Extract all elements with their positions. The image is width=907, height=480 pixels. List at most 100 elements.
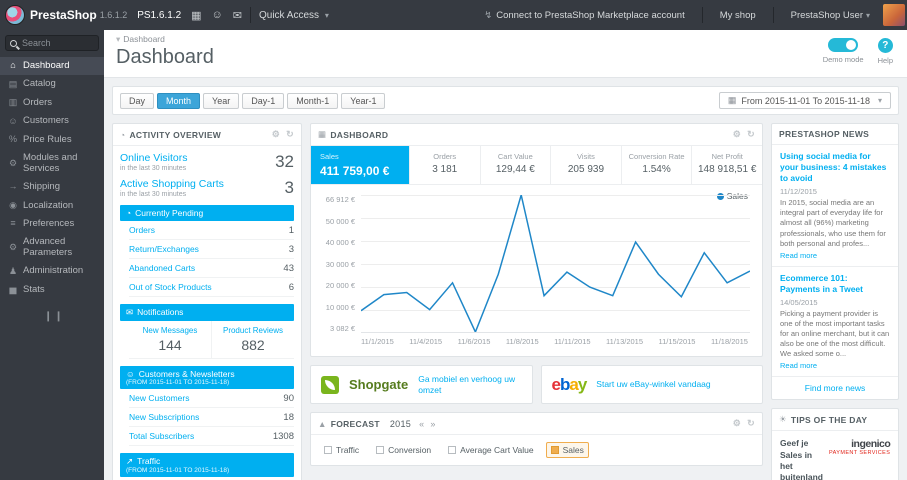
user-avatar[interactable]: [883, 4, 905, 26]
filter-year-1-button[interactable]: Year-1: [341, 92, 386, 109]
notifications-header: ✉ Notifications: [120, 304, 294, 321]
read-more-link[interactable]: Read more: [780, 251, 890, 260]
kpi-orders[interactable]: Orders 3 181: [410, 146, 481, 184]
demo-mode-toggle[interactable]: [828, 38, 859, 52]
row-value: 90: [283, 392, 294, 404]
sidebar-item-preferences[interactable]: ≡ Preferences: [0, 215, 104, 233]
news-item-title[interactable]: Using social media for your business: 4 …: [780, 151, 890, 184]
orders-icon: ▥: [8, 97, 18, 108]
x-tick-label: 11/18/2015: [710, 337, 748, 346]
orders-notification-icon[interactable]: ▦: [191, 9, 201, 22]
sidebar-item-advanced-parameters[interactable]: ⚙ Advanced Parameters: [0, 233, 104, 262]
activity-overview-panel: ◔ ACTIVITY OVERVIEW ⚙ ↻ Online Visitors i…: [112, 123, 302, 480]
shopgate-logo-text: Shopgate: [349, 377, 409, 393]
help-icon[interactable]: ?: [877, 38, 893, 53]
kpi-sales[interactable]: Sales 411 759,00 €: [311, 146, 410, 184]
marketplace-link[interactable]: ↯ Connect to PrestaShop Marketplace acco…: [475, 0, 694, 30]
date-range-picker[interactable]: ▦ From 2015-11-01 To 2015-11-18 ▾: [718, 92, 891, 109]
search-input[interactable]: [22, 38, 94, 48]
dashboard-panel-title: DASHBOARD: [330, 129, 389, 140]
breadcrumb[interactable]: ▾ Dashboard: [116, 34, 895, 45]
row-link[interactable]: New Subscriptions: [129, 412, 199, 422]
sidebar-item-localization[interactable]: ◉ Localization: [0, 197, 104, 215]
currently-pending-header: ◔ Currently Pending: [120, 205, 294, 222]
kpi-visits[interactable]: Visits 205 939: [551, 146, 622, 184]
forecast-toggle-conversion[interactable]: Conversion: [371, 442, 436, 458]
kpi-cart-value[interactable]: Cart Value 129,44 €: [481, 146, 552, 184]
active-carts-link[interactable]: Active Shopping Carts: [120, 178, 224, 190]
row-link[interactable]: Total Subscribers: [129, 431, 194, 441]
forecast-toggle-traffic[interactable]: Traffic: [319, 442, 364, 458]
people-icon: ☺: [126, 368, 135, 379]
forecast-toggle-sales[interactable]: Sales: [545, 442, 589, 459]
sidebar-item-stats[interactable]: ▅ Stats: [0, 281, 104, 299]
prestashop-logo[interactable]: [5, 5, 25, 25]
grid-icon: ▦: [318, 129, 327, 139]
news-panel-title: PRESTASHOP NEWS: [779, 129, 870, 139]
sidebar-item-label: Price Rules: [23, 133, 72, 145]
y-tick-label: 50 000 €: [325, 216, 355, 226]
filter-month-1-button[interactable]: Month-1: [287, 92, 339, 109]
refresh-icon[interactable]: ↻: [747, 418, 755, 429]
row-link[interactable]: New Customers: [129, 393, 189, 403]
my-shop-link[interactable]: My shop: [711, 0, 765, 30]
sidebar-item-orders[interactable]: ▥ Orders: [0, 94, 104, 112]
y-tick-label: 10 000 €: [325, 302, 355, 312]
sidebar-item-shipping[interactable]: → Shipping: [0, 178, 104, 196]
dashboard-column: ▦ DASHBOARD ⚙ ↻ Sales 411 759,00 € Orders 3…: [310, 123, 763, 474]
row-link[interactable]: Abandoned Carts: [129, 263, 195, 273]
collapse-sidebar-icon[interactable]: ❙❙: [0, 299, 104, 322]
refresh-icon[interactable]: ↻: [747, 129, 755, 140]
kpi-conversion-rate[interactable]: Conversion Rate 1.54%: [622, 146, 693, 184]
sidebar-item-label: Shipping: [23, 181, 60, 193]
sidebar-item-modules[interactable]: ⚙ Modules and Services: [0, 149, 104, 178]
row-link[interactable]: Orders: [129, 225, 155, 235]
next-year-button[interactable]: »: [430, 419, 435, 429]
news-item-title[interactable]: Ecommerce 101: Payments in a Tweet: [780, 273, 890, 295]
shopgate-link[interactable]: Ga mobiel en verhoog uw omzet: [418, 374, 521, 395]
user-menu[interactable]: PrestaShop User ▾: [782, 0, 879, 30]
cell-link[interactable]: New Messages: [131, 326, 209, 335]
clock-icon: ◔: [120, 129, 126, 140]
breadcrumb-label: Dashboard: [123, 34, 165, 44]
gear-icon[interactable]: ⚙: [733, 129, 741, 140]
cell-link[interactable]: Product Reviews: [214, 326, 292, 335]
sidebar-item-label: Orders: [23, 96, 53, 108]
find-more-news-link[interactable]: Find more news: [772, 377, 898, 399]
customers-notification-icon[interactable]: ☺: [212, 9, 223, 21]
filter-day-1-button[interactable]: Day-1: [242, 92, 285, 109]
ebay-link[interactable]: Start uw eBay-winkel vandaag: [596, 379, 710, 390]
sidebar-item-label: Modules and Services: [23, 152, 78, 174]
pending-row-out-of-stock: Out of Stock Products 6: [129, 278, 294, 298]
kpi-net-profit[interactable]: Net Profit 148 918,51 €: [692, 146, 762, 184]
previous-year-button[interactable]: «: [419, 419, 424, 429]
sidebar-item-administration[interactable]: ♟ Administration: [0, 262, 104, 280]
row-link[interactable]: Out of Stock Products: [129, 282, 212, 292]
refresh-icon[interactable]: ↻: [286, 129, 294, 140]
quick-access-menu[interactable]: Quick Access ▾: [259, 10, 329, 21]
catalog-icon: ▤: [8, 78, 18, 89]
home-icon: ⌂: [10, 60, 16, 71]
forecast-toggle-average-cart-value[interactable]: Average Cart Value: [443, 442, 538, 458]
gear-icon[interactable]: ⚙: [272, 129, 280, 140]
row-link[interactable]: Return/Exchanges: [129, 244, 199, 254]
filter-month-button[interactable]: Month: [157, 92, 201, 109]
read-more-link[interactable]: Read more: [780, 361, 890, 370]
sales-chart: Sales 66 912 €50 000 €40 000 €30 000 €20…: [311, 185, 762, 356]
section-title: Currently Pending: [135, 208, 204, 219]
news-column: PRESTASHOP NEWS Using social media for y…: [771, 123, 899, 480]
divider: [250, 7, 251, 23]
sidebar-item-catalog[interactable]: ▤ Catalog: [0, 75, 104, 93]
filter-day-button[interactable]: Day: [120, 92, 155, 109]
messages-notification-icon[interactable]: ✉: [233, 9, 242, 22]
sidebar-item-price-rules[interactable]: % Price Rules: [0, 131, 104, 149]
x-tick-label: 11/11/2015: [554, 337, 591, 346]
shop-name-link[interactable]: PS1.6.1.2: [137, 10, 181, 21]
filter-year-button[interactable]: Year: [203, 92, 240, 109]
module-promos: Shopgate Ga mobiel en verhoog uw omzet e…: [310, 365, 763, 405]
gear-icon[interactable]: ⚙: [733, 418, 741, 429]
sidebar-item-dashboard[interactable]: ⌂ Dashboard: [0, 57, 104, 76]
administration-icon: ♟: [8, 265, 18, 276]
sidebar-item-customers[interactable]: ☺ Customers: [0, 112, 104, 130]
online-visitors-link[interactable]: Online Visitors: [120, 152, 188, 164]
